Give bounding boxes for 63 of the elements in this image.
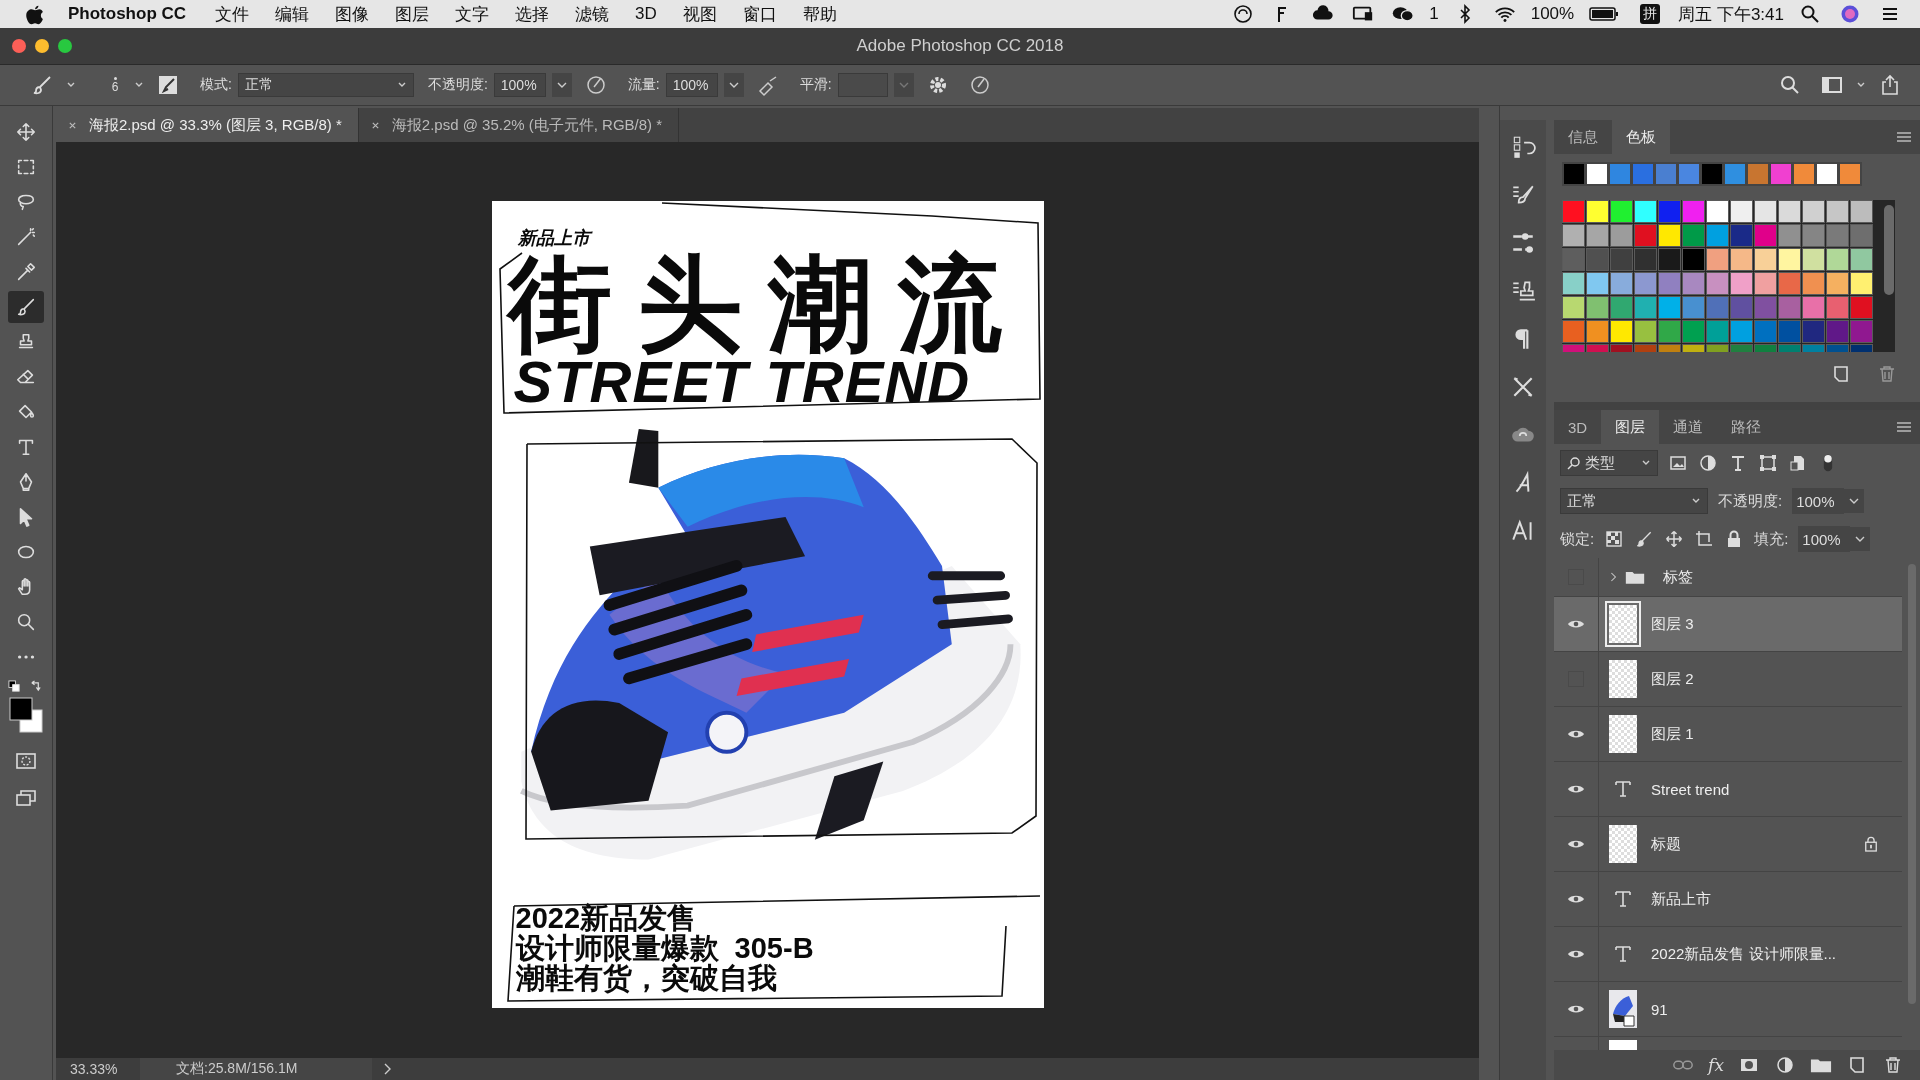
window-title: Adobe Photoshop CC 2018 [856, 36, 1064, 56]
layer-name[interactable]: 标题 [1651, 834, 1864, 854]
brush-size[interactable]: 6 [111, 79, 119, 94]
menu-item[interactable]: 视图 [671, 2, 728, 26]
layer-row[interactable]: 标题 [1554, 817, 1902, 872]
panel-tab[interactable]: 图层 [1601, 410, 1660, 444]
chat-count: 1 [1429, 4, 1439, 24]
menu-item[interactable]: 帮助 [791, 2, 848, 26]
layer-row[interactable]: 标签 [1554, 558, 1902, 597]
panel-tab[interactable]: 路径 [1717, 410, 1776, 444]
layer-name[interactable]: 图层 1 [1651, 724, 1902, 744]
opacity-label: 不透明度: [1718, 491, 1783, 511]
menu-item[interactable]: 图像 [324, 2, 381, 26]
layer-name[interactable]: 图层 2 [1651, 669, 1902, 689]
menu-item[interactable]: 3D [624, 4, 668, 24]
menu-item[interactable]: 滤镜 [564, 2, 621, 26]
layer-name[interactable]: 图层 3 [1651, 614, 1902, 634]
menu-item[interactable]: 编辑 [264, 2, 321, 26]
layer-name[interactable]: 新品上市 [1651, 889, 1902, 909]
clock[interactable]: 周五 下午3:41 [1678, 2, 1784, 26]
poster-text-line: 潮鞋有货，突破自我 [515, 963, 778, 993]
panel-tab[interactable]: 3D [1554, 410, 1602, 444]
poster-text-line: 2022新品发售 [515, 903, 697, 933]
layer-row[interactable]: 新品上市 [1554, 872, 1902, 927]
menu-item[interactable]: 选择 [504, 2, 561, 26]
smoothing-label: 平滑: [799, 76, 832, 94]
opacity-field[interactable]: 100% [493, 73, 546, 97]
document-info: 文档:25.8M/156.1M [140, 1058, 372, 1080]
filter-dropdown[interactable]: 类型 [1560, 450, 1658, 476]
input-method[interactable]: 拼 [1640, 4, 1661, 24]
layer-row[interactable]: 图层 1 [1554, 707, 1902, 762]
layer-name[interactable]: Street trend [1651, 780, 1902, 798]
layer-name[interactable]: 标签 [1663, 567, 1902, 587]
app-menu[interactable]: Photoshop CC [68, 4, 187, 24]
panel-tab[interactable]: 通道 [1659, 410, 1718, 444]
menu-item[interactable]: 文件 [204, 2, 261, 26]
lock-label: 锁定: [1560, 529, 1595, 549]
panel-tab[interactable]: 信息 [1554, 120, 1612, 154]
menu-item[interactable]: 图层 [384, 2, 441, 26]
poster-text-line: 设计师限量爆款 305-B [515, 933, 814, 963]
mode-label: 模式: [200, 76, 232, 94]
blend-mode-dropdown[interactable]: 正常 [1560, 488, 1708, 514]
layer-name[interactable]: 2022新品发售 设计师限量... [1651, 944, 1902, 964]
opacity-field[interactable]: 100% [1792, 488, 1845, 514]
opacity-label: 不透明度: [427, 76, 488, 94]
layer-row[interactable]: 91 [1554, 982, 1902, 1037]
document-tab[interactable]: 海报2.psd @ 33.3% (图层 3, RGB/8) * [56, 108, 359, 142]
layer-row[interactable]: 图层 3 [1554, 597, 1902, 652]
menu-item[interactable]: 窗口 [731, 2, 788, 26]
fill-field[interactable]: 100% [1798, 526, 1851, 552]
flow-field[interactable]: 100% [665, 73, 718, 97]
flow-label: 流量: [627, 76, 660, 94]
layer-row[interactable]: 图层 2 [1554, 652, 1902, 707]
fill-label: 填充: [1754, 529, 1789, 549]
layer-name[interactable]: 91 [1651, 1000, 1902, 1018]
panel-tab[interactable]: 色板 [1612, 120, 1670, 154]
effects-button[interactable]: fx [1708, 1055, 1724, 1075]
menu-item[interactable]: 文字 [444, 2, 501, 26]
layer-row[interactable]: Street trend [1554, 762, 1902, 817]
mode-dropdown[interactable]: 正常 [237, 73, 414, 97]
zoom-level[interactable]: 33.33% [56, 1061, 140, 1077]
battery-percent: 100% [1530, 4, 1575, 24]
layer-row[interactable]: 2022新品发售 设计师限量... [1554, 927, 1902, 982]
